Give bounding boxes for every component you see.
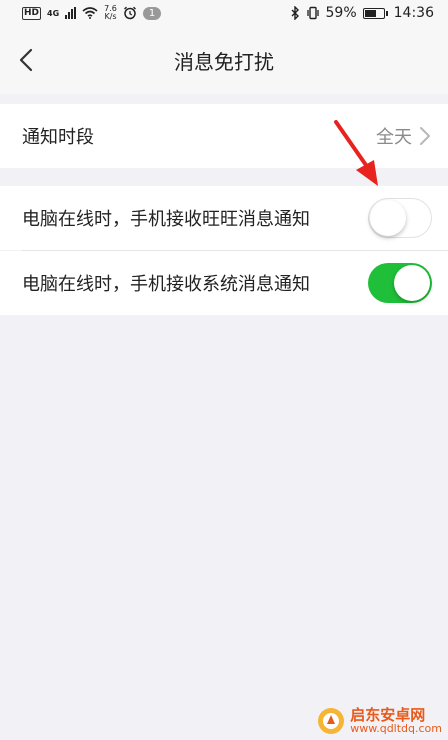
battery-percent: 59% (325, 5, 357, 21)
network-speed: 7.6 K/s (104, 5, 117, 21)
network-gen-label: 4G (47, 8, 60, 18)
status-time: 14:36 (393, 5, 434, 21)
back-button[interactable] (10, 44, 42, 76)
annotation-arrow-icon (334, 120, 378, 186)
chevron-right-icon (420, 127, 430, 145)
system-notify-row: 电脑在线时，手机接收系统消息通知 (0, 251, 448, 315)
wifi-icon (82, 7, 98, 19)
system-notify-toggle[interactable] (368, 263, 432, 303)
system-notify-label: 电脑在线时，手机接收系统消息通知 (22, 274, 310, 295)
wangwang-notify-row: 电脑在线时，手机接收旺旺消息通知 (0, 186, 448, 250)
signal-icon (65, 7, 77, 19)
notify-period-label: 通知时段 (22, 127, 94, 148)
watermark-logo-icon (318, 708, 345, 734)
nav-bar: 消息免打扰 (0, 26, 448, 94)
toggle-knob (370, 199, 406, 236)
page-title: 消息免打扰 (174, 49, 274, 74)
battery-icon (362, 7, 388, 19)
watermark-url: www.qdltdq.com (350, 722, 442, 736)
alarm-icon (123, 6, 136, 20)
speed-unit: K/s (104, 12, 117, 21)
bluetooth-icon (291, 6, 299, 20)
wangwang-notify-label: 电脑在线时，手机接收旺旺消息通知 (22, 209, 310, 230)
hd-icon: HD (22, 6, 42, 20)
watermark-name: 启东安卓网 (350, 705, 426, 724)
chevron-left-icon (19, 48, 33, 72)
toggle-knob (394, 265, 430, 301)
status-right: 59% 14:36 (290, 5, 434, 21)
vibrate-icon (306, 6, 319, 20)
notification-badge: 1 (142, 6, 162, 20)
watermark: 启东安卓网 www.qdltdq.com (316, 706, 442, 736)
status-bar: HD 4G 7.6 K/s 1 59% 14:36 (0, 0, 448, 26)
wangwang-notify-toggle[interactable] (368, 198, 432, 238)
status-left: HD 4G 7.6 K/s 1 (22, 5, 162, 21)
